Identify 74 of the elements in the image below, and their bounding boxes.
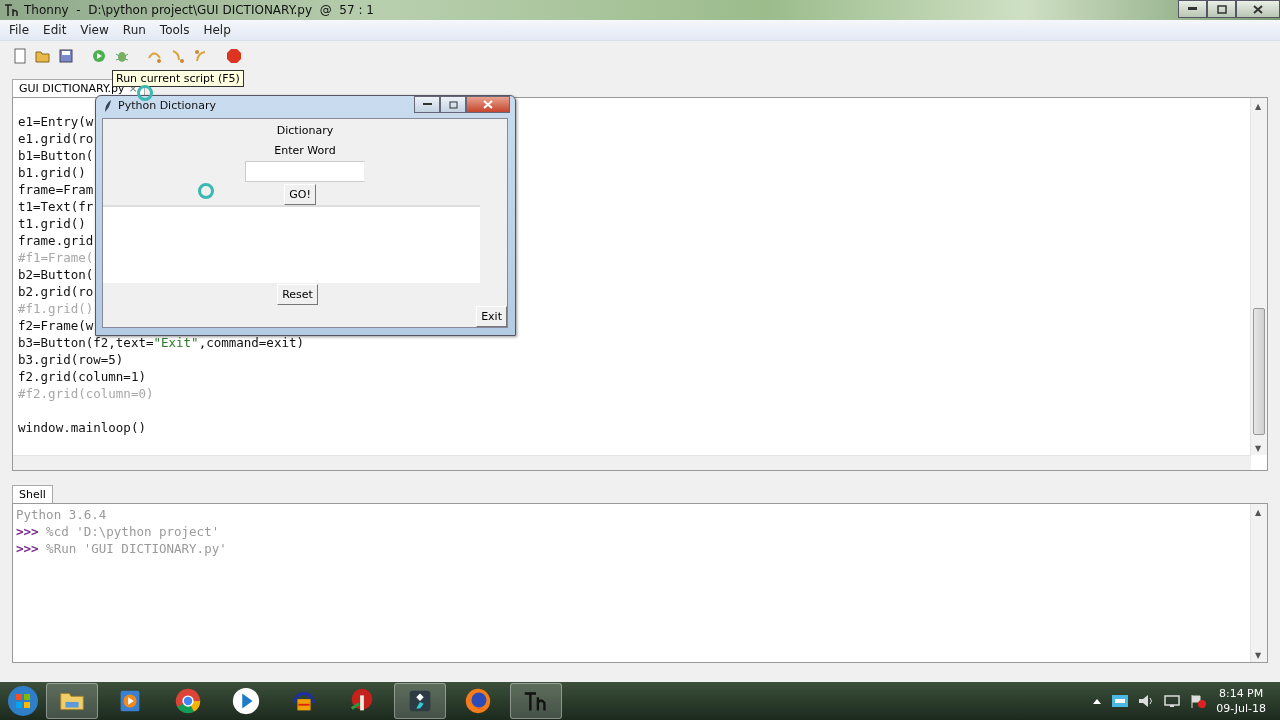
close-button[interactable] [1236, 0, 1280, 18]
code-line: window.mainloop() [18, 419, 146, 436]
code-line: #f1.grid() [18, 300, 94, 317]
code-line: frame=Fram [18, 181, 94, 198]
play-icon [231, 686, 261, 716]
shell-line: >>> %Run 'GUI DICTIONARY.py' [16, 540, 227, 557]
feather-icon [104, 98, 112, 113]
busy-cursor-icon [197, 182, 215, 200]
prompt-label: Enter Word [274, 143, 336, 159]
flag-icon[interactable] [1190, 694, 1207, 708]
word-field[interactable] [245, 161, 365, 182]
taskbar-button[interactable] [510, 683, 562, 719]
code-line: frame.grid [18, 232, 94, 249]
save-icon[interactable] [58, 48, 74, 64]
maximize-icon [1216, 4, 1227, 14]
scroll-down-arrow[interactable]: ▼ [1255, 651, 1262, 660]
show-hidden-icon[interactable] [1092, 697, 1103, 705]
code-line: b1=Button( [18, 147, 94, 164]
folder-icon[interactable] [35, 48, 51, 64]
clock[interactable]: 8:14 PM 09-Jul-18 [1216, 686, 1266, 716]
minimize-button[interactable] [414, 96, 440, 113]
minimize-icon [422, 103, 432, 106]
code-line: b2=Button( [18, 266, 94, 283]
exit-button[interactable]: Exit [476, 306, 507, 327]
close-icon [1253, 4, 1263, 14]
code-line: f2=Frame(w [18, 317, 94, 334]
start-button[interactable] [6, 684, 40, 718]
scroll-down-arrow[interactable]: ▼ [1255, 444, 1262, 453]
run-icon[interactable] [91, 48, 107, 64]
code-line: e1=Entry(w [18, 113, 94, 130]
code-line: f2.grid(column=1) [18, 368, 146, 385]
window-title: Thonny - D:\python project\GUI DICTIONARY.py @ 57 : 1 [24, 3, 374, 17]
menu-item[interactable]: Help [196, 23, 238, 37]
maximize-button[interactable] [1207, 0, 1236, 18]
speaker-icon[interactable] [1138, 694, 1155, 708]
scrollbar[interactable]: ▲ ▼ [1250, 98, 1267, 455]
horizontal-scrollbar[interactable] [13, 455, 1251, 470]
busy-cursor-icon [136, 84, 154, 102]
code-line: e1.grid(ro [18, 130, 94, 147]
menu-item[interactable]: Run [115, 23, 153, 37]
reset-button[interactable]: Reset [277, 284, 318, 305]
heading-label: Dictionary [276, 123, 334, 139]
close-icon [483, 100, 493, 109]
go-button[interactable]: GO! [284, 184, 316, 205]
scroll-thumb[interactable] [1253, 308, 1265, 435]
dialog-title: Python Dictionary [118, 99, 217, 112]
shell-line: >>> %cd 'D:\python project' [16, 523, 220, 540]
shell-tab[interactable]: Shell [12, 485, 53, 503]
code-line: b3.grid(row=5) [18, 351, 124, 368]
menu-item[interactable]: File [2, 23, 37, 37]
code-line: b2.grid(ro [18, 283, 94, 300]
menu-item[interactable]: Edit [36, 23, 74, 37]
code-line: b1.grid() [18, 164, 86, 181]
maximize-icon [448, 100, 458, 109]
minimize-button[interactable] [1178, 0, 1207, 18]
code-line: #f1=Frame( [18, 249, 94, 266]
scrollbar[interactable]: ▲ ▼ [1250, 504, 1267, 662]
code-line: t1.grid() [18, 215, 86, 232]
thonny-icon [4, 3, 18, 17]
close-button[interactable] [466, 96, 510, 113]
stop-icon[interactable] [226, 48, 242, 64]
scroll-up-arrow[interactable]: ▲ [1255, 508, 1262, 517]
menu-item[interactable]: View [73, 23, 116, 37]
tooltip: Run current script (F5) [112, 70, 244, 87]
scroll-up-arrow[interactable]: ▲ [1255, 102, 1262, 111]
code-line: #f2.grid(column=0) [18, 385, 154, 402]
browser-icon [463, 686, 493, 716]
code-line: b3=Button(f2,text="Exit",command=exit) [18, 334, 304, 351]
maximize-button[interactable] [440, 96, 466, 113]
code-line: t1=Text(fr [18, 198, 94, 215]
menu-item[interactable]: Tools [152, 23, 197, 37]
minimize-icon [1188, 7, 1197, 11]
shell-line: Python 3.6.4 [16, 506, 107, 523]
browser-icon [173, 686, 203, 716]
